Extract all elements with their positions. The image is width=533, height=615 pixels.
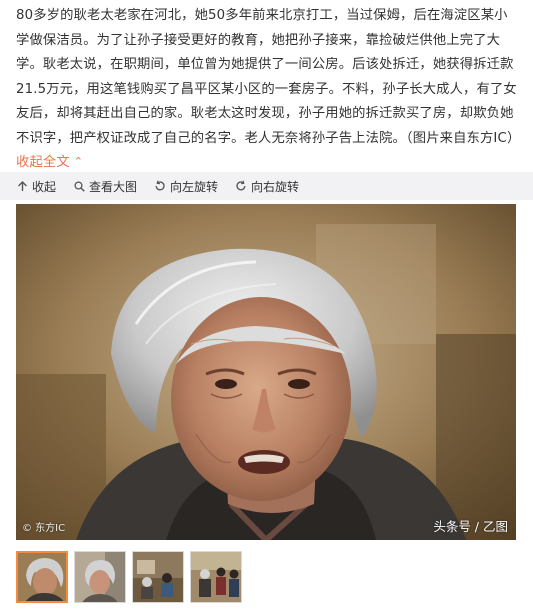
rotate-left-button[interactable]: 向左旋转 [154, 178, 218, 195]
collapse-image-button[interactable]: 收起 [16, 178, 56, 195]
thumbnail-1[interactable] [16, 551, 68, 603]
thumbnail-2[interactable] [74, 551, 126, 603]
view-large-image-label: 查看大图 [89, 179, 138, 194]
watermark-platform: 头条号 / 乙图 [433, 519, 508, 534]
elderly-woman-photo [16, 204, 516, 540]
magnifier-icon [73, 180, 85, 192]
rotate-left-icon [154, 180, 166, 192]
rotate-right-label: 向右旋转 [251, 179, 300, 194]
thumbnail-3[interactable] [132, 551, 184, 603]
watermark-source: © 东方IC [22, 523, 66, 534]
collapse-full-text-link[interactable]: 收起全文 [16, 155, 70, 170]
rotate-right-icon [235, 180, 247, 192]
thumbnail-strip [16, 551, 248, 605]
arrow-up-icon [16, 180, 28, 192]
image-toolbar: 收起 查看大图 向左旋转 向右旋转 [0, 172, 533, 200]
post-body: 80多岁的耿老太老家在河北，她50多年前来北京打工，当过保姆，后在海淀区某小学做… [16, 8, 521, 146]
thumbnail-4[interactable] [190, 551, 242, 603]
view-large-image-button[interactable]: 查看大图 [73, 178, 137, 195]
post-text: 80多岁的耿老太老家在河北，她50多年前来北京打工，当过保姆，后在海淀区某小学做… [16, 4, 521, 176]
rotate-left-label: 向左旋转 [170, 179, 219, 194]
collapse-image-label: 收起 [32, 179, 57, 194]
rotate-right-button[interactable]: 向右旋转 [235, 178, 299, 195]
chevron-up-icon[interactable]: ⌃ [74, 150, 83, 175]
main-photo[interactable]: © 东方IC 头条号 / 乙图 [16, 204, 516, 540]
